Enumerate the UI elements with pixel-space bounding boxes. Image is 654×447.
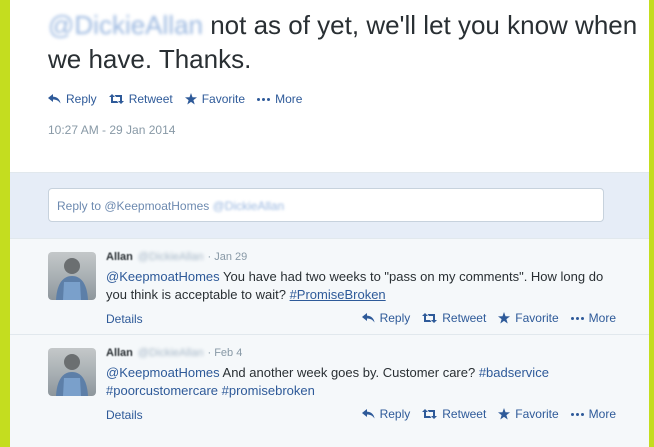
star-icon — [184, 93, 197, 105]
reply-placeholder-blurred: @DickieAllan — [212, 199, 285, 213]
hashtag-link[interactable]: #promisebroken — [222, 383, 315, 398]
author-name[interactable]: Allan — [106, 251, 133, 263]
details-link[interactable]: Details — [106, 408, 143, 422]
favorite-label: Favorite — [515, 311, 559, 325]
avatar[interactable] — [48, 252, 96, 300]
retweet-icon — [422, 409, 438, 419]
reply-button[interactable]: Reply — [48, 92, 97, 106]
reply-text: @KeepmoatHomes You have had two weeks to… — [106, 268, 616, 304]
reply-compose-area: Reply to @KeepmoatHomes @DickieAllan — [10, 172, 649, 239]
more-button[interactable]: More — [570, 311, 616, 325]
details-link[interactable]: Details — [106, 312, 143, 326]
reply-button[interactable]: Reply — [361, 311, 411, 325]
reply-label: Reply — [379, 311, 411, 325]
author-handle[interactable]: @DickieAllan — [138, 251, 204, 263]
avatar[interactable] — [48, 348, 96, 396]
reply-label: Reply — [66, 92, 97, 106]
hashtag-link[interactable]: #badservice — [479, 365, 549, 380]
more-label: More — [275, 92, 303, 106]
hashtag-link[interactable]: #PromiseBroken — [290, 287, 386, 302]
reply-icon — [361, 313, 375, 323]
reply-actions: Reply Retweet Favorite More — [361, 407, 616, 421]
reply-button[interactable]: Reply — [361, 407, 411, 421]
tweet-timestamp[interactable]: 10:27 AM - 29 Jan 2014 — [48, 123, 175, 137]
retweet-label: Retweet — [442, 311, 487, 325]
retweet-button[interactable]: Retweet — [108, 92, 173, 106]
more-button[interactable]: More — [257, 92, 302, 106]
tweet-text: @DickieAllan not as of yet, we'll let yo… — [48, 8, 638, 76]
avatar-image — [56, 258, 88, 300]
reply-label: Reply — [379, 407, 411, 421]
mention-link[interactable]: @KeepmoatHomes — [106, 365, 220, 380]
retweet-button[interactable]: Retweet — [422, 407, 486, 421]
retweet-label: Retweet — [442, 407, 487, 421]
more-label: More — [588, 407, 616, 421]
reply-icon — [48, 94, 61, 104]
reply-tweet[interactable]: Allan @DickieAllan · Feb 4 @KeepmoatHome… — [10, 334, 649, 447]
hashtag-link[interactable]: #poorcustomercare — [106, 383, 218, 398]
avatar-image — [56, 354, 88, 396]
reply-icon — [361, 409, 375, 419]
reply-date[interactable]: · Jan 29 — [207, 251, 247, 263]
main-tweet-actions: Reply Retweet Favorite More — [48, 92, 314, 106]
reply-meta: Allan @DickieAllan · Feb 4 — [106, 347, 242, 359]
favorite-button[interactable]: Favorite — [498, 407, 559, 421]
retweet-label: Retweet — [128, 92, 173, 106]
more-dots-icon — [570, 316, 584, 320]
main-tweet: @DickieAllan not as of yet, we'll let yo… — [10, 0, 649, 172]
mention-link[interactable]: @KeepmoatHomes — [106, 269, 220, 284]
reply-text: @KeepmoatHomes And another week goes by.… — [106, 364, 616, 400]
star-icon — [498, 312, 511, 324]
more-label: More — [588, 311, 616, 325]
favorite-button[interactable]: Favorite — [498, 311, 559, 325]
author-handle[interactable]: @DickieAllan — [138, 347, 204, 359]
reply-input[interactable]: Reply to @KeepmoatHomes @DickieAllan — [48, 188, 604, 222]
favorite-button[interactable]: Favorite — [184, 92, 246, 106]
reply-date[interactable]: · Feb 4 — [207, 347, 242, 359]
retweet-button[interactable]: Retweet — [422, 311, 486, 325]
reply-placeholder-text: Reply to @KeepmoatHomes — [57, 199, 210, 213]
retweet-icon — [108, 94, 124, 104]
reply-meta: Allan @DickieAllan · Jan 29 — [106, 251, 247, 263]
reply-body: And another week goes by. Customer care? — [219, 365, 479, 380]
tweet-card: @DickieAllan not as of yet, we'll let yo… — [10, 0, 649, 447]
more-dots-icon — [257, 97, 271, 101]
more-button[interactable]: More — [570, 407, 616, 421]
favorite-label: Favorite — [201, 92, 246, 106]
star-icon — [498, 408, 511, 420]
reply-actions: Reply Retweet Favorite More — [361, 311, 616, 325]
retweet-icon — [422, 313, 438, 323]
favorite-label: Favorite — [515, 407, 559, 421]
more-dots-icon — [570, 412, 584, 416]
reply-placeholder: Reply to @KeepmoatHomes @DickieAllan — [57, 199, 284, 213]
tweet-mention-link[interactable]: @DickieAllan — [48, 10, 203, 40]
author-name[interactable]: Allan — [106, 347, 133, 359]
reply-tweet[interactable]: Allan @DickieAllan · Jan 29 @KeepmoatHom… — [10, 238, 649, 335]
